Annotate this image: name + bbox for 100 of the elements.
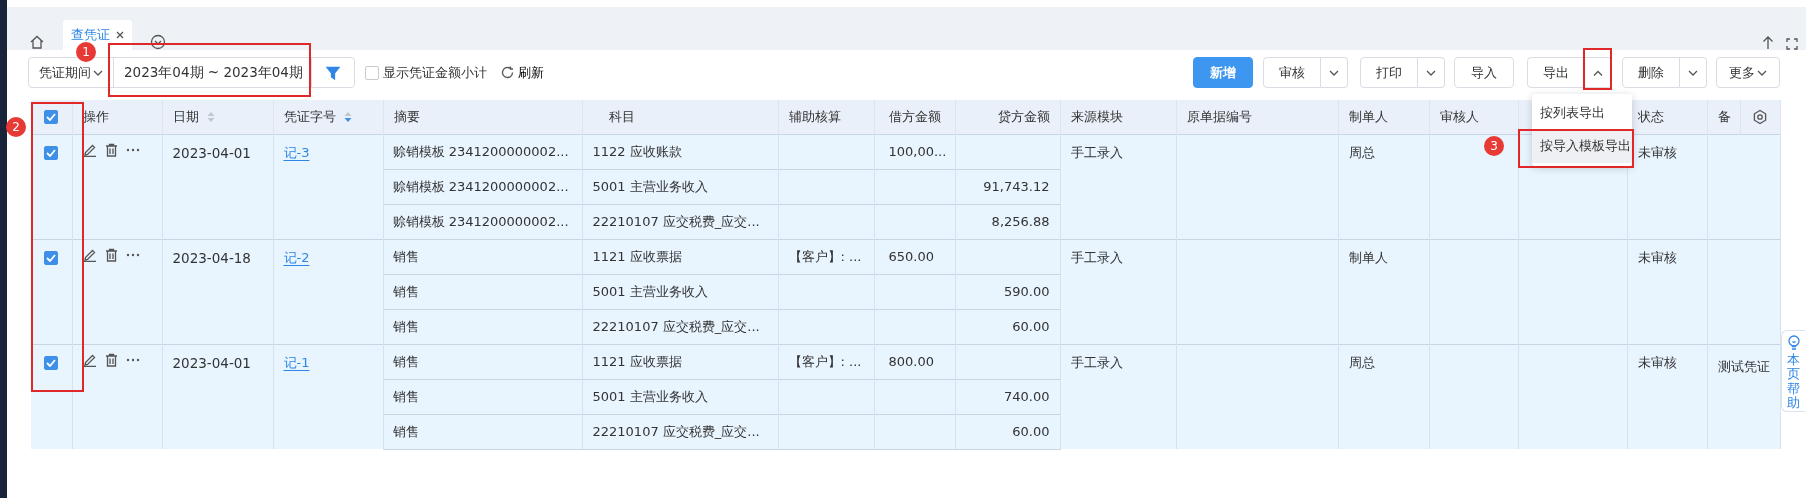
checkbox[interactable] [44, 355, 59, 370]
chevron-down-icon [93, 69, 103, 76]
auxiliary-text: 【客户】: ... [788, 248, 862, 264]
summary-text: 销售 [392, 248, 419, 264]
summary-text: 销售 [392, 283, 419, 299]
toolbar-button[interactable]: 打印 [1360, 57, 1418, 88]
summary-text: 销售 [392, 388, 419, 404]
status-text: 未审核 [1637, 249, 1677, 265]
column-header: 来源模块 [1070, 108, 1123, 126]
dropdown-toggle-button[interactable] [1680, 57, 1707, 88]
more-icon[interactable] [125, 147, 140, 152]
period-select[interactable]: 凭证期间 [39, 62, 91, 83]
credit-amount: 91,743.12 [983, 178, 1050, 194]
trash-icon[interactable] [104, 247, 118, 262]
menu-item[interactable]: 按列表导出 [1532, 97, 1632, 130]
summary-text: 赊销模板 2341200000002... [392, 213, 569, 229]
edit-icon[interactable] [82, 142, 97, 157]
account-text: 22210107 应交税费_应交... [592, 318, 760, 334]
debit-amount: 100,00... [888, 143, 947, 159]
menu-item[interactable]: 按导入模板导出 [1532, 129, 1632, 163]
fullscreen-icon[interactable] [1786, 38, 1798, 50]
chevron-up-icon [1593, 69, 1603, 76]
sort-icon[interactable] [343, 110, 352, 123]
credit-amount: 590.00 [1004, 283, 1050, 299]
source-text: 手工录入 [1070, 249, 1123, 265]
column-header: 摘要 [393, 108, 420, 126]
summary-text: 赊销模板 2341200000002... [392, 143, 569, 159]
column-header: 借方金额 [888, 108, 941, 126]
checkbox[interactable] [44, 145, 59, 160]
column-header: 贷方金额 [997, 108, 1050, 126]
edit-icon[interactable] [82, 352, 97, 367]
credit-amount: 740.00 [1004, 388, 1050, 404]
account-text: 1122 应收账款 [592, 143, 682, 159]
settings-icon[interactable] [1752, 108, 1768, 125]
source-text: 手工录入 [1070, 354, 1123, 370]
status-text: 未审核 [1637, 144, 1677, 160]
account-text: 1121 应收票据 [592, 248, 682, 264]
column-header: 备 [1717, 108, 1731, 126]
account-text: 22210107 应交税费_应交... [592, 423, 760, 439]
checkbox[interactable] [364, 65, 379, 80]
tab-label: 查凭证 [71, 26, 110, 45]
period-filter-group[interactable]: 凭证期间 2023年04期 ~ 2023年04期 [28, 57, 355, 88]
dropdown-toggle-button[interactable] [1321, 57, 1348, 88]
arrow-up-icon[interactable] [1762, 36, 1774, 50]
highlight-frame [1583, 48, 1612, 90]
dropdown-toggle-button[interactable] [1418, 57, 1445, 88]
filter-icon[interactable] [325, 65, 340, 80]
dropdown-toggle-button[interactable] [1585, 57, 1612, 88]
checkbox[interactable] [44, 110, 59, 124]
trash-icon[interactable] [104, 352, 118, 367]
help-tab[interactable]: 本页帮助 [1781, 330, 1805, 412]
status-text: 未审核 [1637, 354, 1677, 370]
credit-amount: 8,256.88 [991, 213, 1050, 229]
column-header: 制单人 [1348, 108, 1388, 126]
close-icon[interactable] [116, 31, 124, 39]
toolbar-button[interactable]: 审核 [1263, 57, 1321, 88]
chevron-down-icon [1426, 69, 1436, 76]
account-text: 1121 应收票据 [592, 353, 682, 369]
date-text: 2023-04-01 [172, 144, 251, 161]
step-number-badge: 2 [6, 117, 26, 137]
lightbulb-icon [1786, 335, 1801, 351]
column-header: 凭证字号 [283, 108, 336, 126]
credit-amount: 60.00 [1012, 318, 1050, 334]
column-header: 状态 [1637, 108, 1664, 126]
chevron-down-icon [1329, 69, 1339, 76]
column-header: 科目 [608, 108, 635, 126]
checkbox-label: 显示凭证金额小计 [382, 63, 487, 82]
column-header: 审核人 [1439, 108, 1479, 126]
remark-text: 测试凭证 [1717, 358, 1770, 374]
more-icon[interactable] [125, 252, 140, 257]
more-button[interactable]: 更多 [1716, 57, 1780, 88]
chevron-circle-icon[interactable] [150, 34, 166, 50]
refresh-icon [500, 66, 514, 79]
import-button[interactable]: 导入 [1454, 57, 1514, 88]
toolbar-button[interactable]: 导出 [1527, 57, 1585, 88]
credit-amount: 60.00 [1012, 423, 1050, 439]
column-header: 原单据编号 [1186, 108, 1252, 126]
column-header: 日期 [172, 108, 199, 126]
more-icon[interactable] [125, 357, 140, 362]
account-text: 5001 主营业务收入 [592, 178, 708, 194]
maker-text: 周总 [1348, 354, 1375, 370]
edit-icon[interactable] [82, 247, 97, 262]
maker-text: 周总 [1348, 144, 1375, 160]
debit-amount: 650.00 [888, 248, 934, 264]
toolbar-button[interactable]: 删除 [1622, 57, 1680, 88]
auxiliary-text: 【客户】: ... [788, 353, 862, 369]
refresh-button[interactable]: 刷新 [494, 61, 550, 84]
chevron-down-icon [1688, 69, 1698, 76]
maker-text: 制单人 [1348, 249, 1388, 265]
home-icon [29, 34, 45, 50]
summary-text: 销售 [392, 423, 419, 439]
source-text: 手工录入 [1070, 144, 1123, 160]
date-text: 2023-04-01 [172, 354, 251, 371]
summary-text: 销售 [392, 353, 419, 369]
debit-amount: 800.00 [888, 353, 934, 369]
checkbox[interactable] [44, 250, 59, 265]
column-header: 操作 [82, 108, 109, 126]
chevron-down-icon [1757, 69, 1767, 76]
trash-icon[interactable] [104, 142, 118, 157]
date-range-field[interactable]: 2023年04期 ~ 2023年04期 [124, 62, 303, 83]
